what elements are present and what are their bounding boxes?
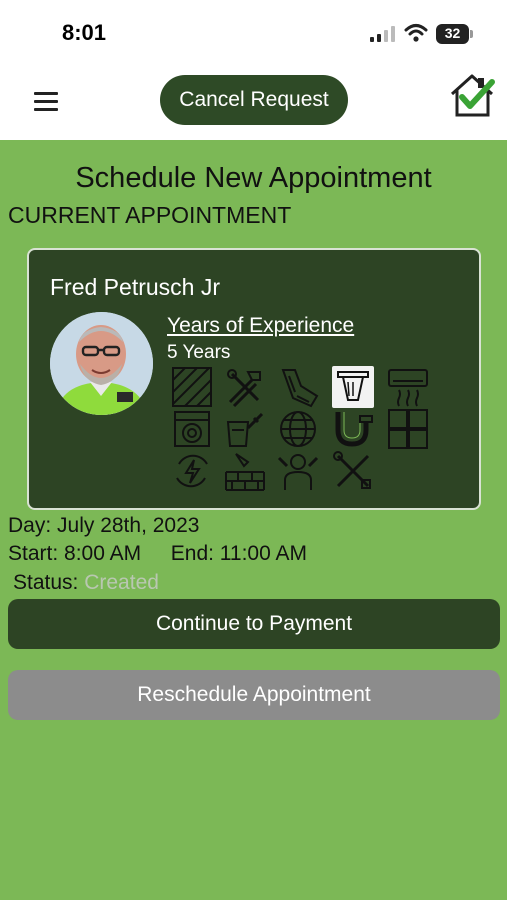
painting-icon (226, 412, 264, 447)
page-title: Schedule New Appointment (75, 162, 432, 194)
years-of-experience-value: 5 Years (167, 342, 231, 363)
home-check-logo-icon (450, 74, 495, 117)
appointment-start: Start: 8:00 AM (8, 542, 142, 565)
air-conditioner-icon (388, 369, 428, 407)
reschedule-appointment-button[interactable]: Reschedule Appointment (8, 670, 500, 720)
hamburger-menu-icon[interactable] (34, 92, 60, 112)
main-content: Schedule New Appointment CURRENT APPOINT… (0, 140, 507, 900)
status-time: 8:01 (62, 20, 107, 45)
status-value: Created (84, 571, 159, 594)
technician-card: Fred Petrusch Jr Years of Experience 5 Y… (27, 248, 481, 510)
flooring-icon (172, 367, 212, 407)
nav-bar: Cancel Request (0, 64, 507, 140)
appliance-icon (174, 411, 210, 447)
section-heading: CURRENT APPOINTMENT (8, 202, 292, 228)
status-bar: 8:01 32 (0, 0, 507, 64)
handyman-icon (277, 454, 319, 490)
wifi-icon (404, 24, 428, 42)
repair-icon (333, 451, 371, 489)
appointment-day: Day: July 28th, 2023 (8, 514, 200, 537)
appointment-status: Status: Created (13, 571, 159, 595)
globe-icon (280, 411, 316, 447)
tools-icon (227, 369, 261, 408)
light-fixture-icon (332, 366, 374, 408)
drywall-icon (281, 369, 319, 408)
years-of-experience-link[interactable]: Years of Experience (167, 314, 354, 338)
masonry-icon (225, 453, 265, 491)
cancel-request-button[interactable]: Cancel Request (160, 75, 348, 125)
technician-avatar (50, 312, 153, 415)
plumbing-icon (335, 412, 373, 447)
status-label: Status: (13, 571, 79, 594)
appointment-end: End: 11:00 AM (170, 542, 307, 565)
technician-name: Fred Petrusch Jr (50, 274, 220, 300)
appointment-times: Start: 8:00 AM End: 11:00 AM (8, 542, 307, 566)
service-icons-grid (169, 366, 439, 496)
battery-level: 32 (444, 25, 461, 41)
electrical-icon (176, 454, 208, 488)
battery-icon: 32 (436, 24, 473, 44)
tile-icon (388, 409, 428, 449)
cellular-signal-icon (370, 26, 395, 42)
continue-to-payment-button[interactable]: Continue to Payment (8, 599, 500, 649)
